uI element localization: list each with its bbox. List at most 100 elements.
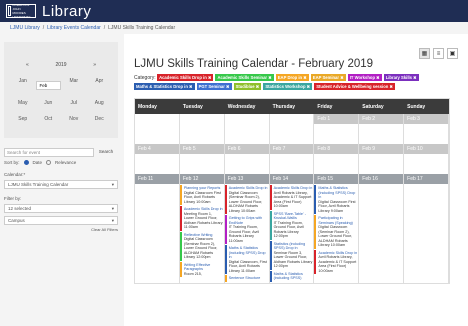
month-nov[interactable]: Nov bbox=[61, 116, 87, 122]
month-oct[interactable]: Oct bbox=[36, 116, 62, 122]
weekday-sun: Sunday bbox=[407, 103, 426, 110]
logo-text: LIVERPOOL JOHN MOORES UNIVERSITY bbox=[12, 3, 31, 19]
calendar-event[interactable]: Maths & Statistics (including SPSS) Drop… bbox=[314, 185, 358, 214]
sort-date-radio[interactable] bbox=[23, 160, 29, 165]
day-feb-8[interactable]: Feb 8 bbox=[314, 144, 360, 174]
month-dec[interactable]: Dec bbox=[87, 116, 113, 122]
sort-relevance-radio[interactable] bbox=[46, 160, 52, 165]
month-jul[interactable]: Jul bbox=[61, 100, 87, 106]
day-feb-11[interactable]: Feb 11 bbox=[135, 174, 180, 283]
calendar-event[interactable]: SPSS 'Bare-Table' - Kruskal-Wallis IT Tra… bbox=[269, 210, 314, 240]
calendar-event[interactable]: Participating in Seminars (Speaking) Digi… bbox=[314, 215, 358, 249]
day-feb-9[interactable]: Feb 9 bbox=[359, 144, 405, 174]
calendar-view-icon[interactable]: ▣ bbox=[447, 48, 458, 59]
event-title[interactable]: Writing Effective Paragraphs bbox=[184, 263, 223, 272]
remove-category-icon[interactable]: ✖ bbox=[255, 84, 260, 89]
day-feb-2[interactable]: Feb 2 bbox=[359, 114, 405, 144]
month-feb[interactable]: Feb bbox=[35, 81, 61, 90]
event-title[interactable]: Maths & Statistics (including SPSS) Drop… bbox=[229, 246, 268, 260]
calendar-event[interactable]: Planning your Reports Digital Classroom F… bbox=[179, 185, 224, 205]
day-feb-10[interactable]: Feb 10 bbox=[404, 144, 449, 174]
calendar-label: Calendar:* bbox=[4, 172, 26, 177]
category-tag[interactable]: Statistics Workshop ✖ bbox=[263, 83, 313, 90]
category-tag[interactable]: Student Advice & Wellbeing session ✖ bbox=[314, 83, 396, 90]
calendar-event[interactable]: Getting to Grips with EndNote IT Training… bbox=[224, 215, 269, 244]
month-may[interactable]: May bbox=[10, 100, 36, 106]
search-input[interactable]: Search for event bbox=[4, 148, 94, 157]
calendar-event[interactable]: Maths & Statistics (including SPSS) Drop… bbox=[224, 245, 269, 274]
filter-label: Filter by: bbox=[4, 196, 22, 201]
event-title[interactable]: Sentence Structure bbox=[229, 276, 268, 281]
day-feb-7[interactable]: Feb 7 bbox=[269, 144, 315, 174]
remove-category-icon[interactable]: ✖ bbox=[412, 75, 417, 80]
calendar-event[interactable]: Maths & Statistics (including SPSS) bbox=[269, 270, 314, 282]
event-title[interactable]: Getting to Grips with EndNote bbox=[229, 216, 268, 225]
category-tag[interactable]: Maths & Statistics Drop in ✖ bbox=[134, 83, 195, 90]
calendar-event[interactable]: Sentence Structure bbox=[224, 275, 269, 282]
remove-category-icon[interactable]: ✖ bbox=[225, 84, 230, 89]
remove-category-icon[interactable]: ✖ bbox=[388, 84, 394, 89]
weekday-wed: Wednesday bbox=[227, 103, 256, 110]
breadcrumb-library[interactable]: LJMU Library bbox=[10, 25, 40, 31]
calendar-event[interactable]: Academic Skills Drop in Avril Robarts Lib… bbox=[269, 185, 314, 210]
calendar-event[interactable]: Reflective Writing Digital Classroom (Sem… bbox=[179, 231, 224, 261]
category-tag[interactable]: PGT Seminar ✖ bbox=[196, 83, 232, 90]
event-title[interactable]: Statistics (including SPSS) Drop in bbox=[274, 242, 313, 251]
day-feb-14[interactable]: Feb 14 Academic Skills Drop in Avril Robar… bbox=[269, 174, 315, 283]
sort-options: Sort by: Date Relevance bbox=[4, 160, 118, 165]
calendar-event[interactable]: Academic Skills Drop in Digital Classroom… bbox=[224, 185, 269, 214]
category-tag[interactable]: Studiblue ✖ bbox=[233, 83, 262, 90]
category-tag[interactable]: EAP Drop in ✖ bbox=[275, 74, 309, 81]
category-tag[interactable]: EAP Seminar ✖ bbox=[310, 74, 346, 81]
category-tag[interactable]: IT Workshop ✖ bbox=[347, 74, 382, 81]
remove-category-icon[interactable]: ✖ bbox=[207, 75, 212, 80]
remove-category-icon[interactable]: ✖ bbox=[188, 84, 193, 89]
day-feb-4[interactable]: Feb 4 bbox=[135, 144, 180, 174]
remove-category-icon[interactable]: ✖ bbox=[306, 84, 311, 89]
day-feb-17[interactable]: Feb 17 bbox=[404, 174, 449, 283]
day-feb-16[interactable]: Feb 16 bbox=[359, 174, 405, 283]
day-feb-5[interactable]: Feb 5 bbox=[179, 144, 225, 174]
search-button[interactable]: Search bbox=[94, 148, 118, 157]
month-apr[interactable]: Apr bbox=[87, 78, 113, 90]
day-feb-12[interactable]: Feb 12 Planning your Reports Digital Class… bbox=[179, 174, 225, 283]
campus-select[interactable]: Campus ▾ bbox=[4, 216, 118, 225]
app-title: Library bbox=[42, 2, 92, 20]
calendar-event[interactable]: Writing Effective Paragraphs Room 215, bbox=[179, 261, 224, 277]
category-tag[interactable]: Library Skills ✖ bbox=[383, 74, 419, 81]
day-feb-6[interactable]: Feb 6 bbox=[224, 144, 270, 174]
next-year-button[interactable]: » bbox=[93, 62, 96, 68]
month-sep[interactable]: Sep bbox=[10, 116, 36, 122]
month-jun[interactable]: Jun bbox=[36, 100, 62, 106]
clear-filters-link[interactable]: Clear All Filters bbox=[4, 227, 118, 232]
prev-year-button[interactable]: « bbox=[26, 62, 29, 68]
university-logo[interactable]: LIVERPOOL JOHN MOORES UNIVERSITY bbox=[6, 3, 36, 19]
filter-select[interactable]: 12 selected ▾ bbox=[4, 204, 118, 213]
remove-category-icon[interactable]: ✖ bbox=[375, 75, 380, 80]
event-title[interactable]: Maths & Statistics (including SPSS) bbox=[274, 272, 313, 281]
calendar-event[interactable]: Academic Skills Drop in Meeting Room 1, L… bbox=[179, 206, 224, 231]
weekday-sat: Saturday bbox=[362, 103, 384, 110]
month-mar[interactable]: Mar bbox=[61, 78, 87, 90]
chevron-down-icon: ▾ bbox=[111, 182, 114, 187]
day-feb-3[interactable]: Feb 3 bbox=[404, 114, 449, 144]
month-aug[interactable]: Aug bbox=[87, 100, 113, 106]
calendar-select[interactable]: LJMU Skills Training Calendar ▾ bbox=[4, 180, 118, 189]
remove-category-icon[interactable]: ✖ bbox=[302, 75, 307, 80]
calendar-event[interactable]: Statistics (including SPSS) Drop in Semin… bbox=[269, 240, 314, 270]
grid-view-icon[interactable]: ▦ bbox=[419, 48, 430, 59]
event-title[interactable]: Participating in Seminars (Speaking) bbox=[318, 216, 357, 225]
calendar-event[interactable]: Academic Skills Drop in Avril Robarts Lib… bbox=[314, 249, 358, 274]
category-tag[interactable]: Academic Skills Seminar ✖ bbox=[215, 74, 274, 81]
breadcrumb-events-calendar[interactable]: Library Events Calendar bbox=[47, 25, 101, 31]
day-feb-15[interactable]: Feb 15 Maths & Statistics (including SPSS… bbox=[314, 174, 360, 283]
day-feb-1[interactable]: Feb 1 bbox=[314, 114, 360, 144]
list-view-icon[interactable]: ≡ bbox=[433, 48, 444, 59]
remove-category-icon[interactable]: ✖ bbox=[339, 75, 344, 80]
day-feb-13[interactable]: Feb 13 Academic Skills Drop in Digital Cla… bbox=[224, 174, 270, 283]
month-jan[interactable]: Jan bbox=[10, 78, 36, 90]
event-title[interactable]: SPSS 'Bare-Table' - Kruskal-Wallis bbox=[274, 212, 313, 221]
category-tag[interactable]: Academic Skills Drop in ✖ bbox=[157, 74, 214, 81]
event-title[interactable]: Maths & Statistics (including SPSS) Drop… bbox=[318, 186, 357, 200]
remove-category-icon[interactable]: ✖ bbox=[267, 75, 272, 80]
